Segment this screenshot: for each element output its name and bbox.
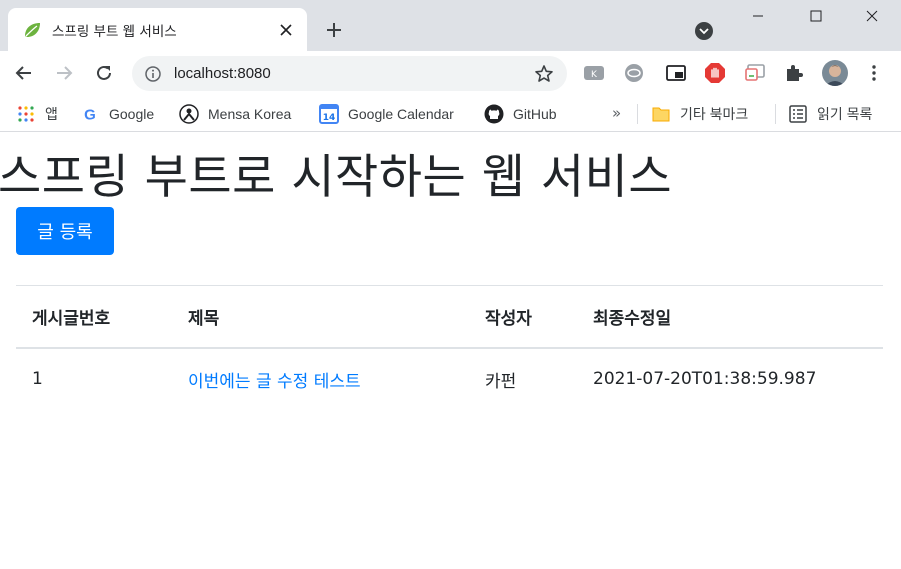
table-header-row: 게시글번호 제목 작성자 최종수정일	[16, 285, 883, 349]
kebab-menu-icon[interactable]	[862, 61, 886, 85]
extension-globe-icon[interactable]	[622, 61, 646, 85]
bookmark-label: GitHub	[513, 106, 557, 122]
apps-grid-icon	[16, 104, 36, 124]
browser-toolbar: localhost:8080 K	[0, 51, 901, 96]
mensa-icon	[179, 104, 199, 124]
profile-avatar[interactable]	[822, 60, 848, 86]
spring-leaf-icon	[22, 20, 42, 40]
reading-list-button[interactable]: 읽기 목록	[788, 102, 872, 126]
bookmark-github[interactable]: GitHub	[484, 102, 557, 126]
register-post-button[interactable]: 글 등록	[16, 207, 114, 255]
post-author: 카펀	[485, 371, 517, 392]
extension-cast-icon[interactable]	[743, 61, 767, 85]
bookmark-label: 읽기 목록	[817, 106, 873, 122]
page-content: 스프링 부트로 시작하는 웹 서비스 글 등록 게시글번호 제목 작성자 최종수…	[0, 132, 901, 569]
reload-icon[interactable]	[89, 58, 119, 88]
bookmark-star-icon[interactable]	[533, 63, 555, 85]
back-arrow-icon[interactable]	[9, 58, 39, 88]
bookmark-google-calendar[interactable]: 14 Google Calendar	[319, 102, 454, 126]
bookmark-label: Google	[109, 106, 155, 122]
bookmark-mensa-korea[interactable]: Mensa Korea	[179, 102, 291, 126]
header-modified-date: 최종수정일	[577, 285, 883, 349]
post-title-cell: 이번에는 글 수정 테스트	[172, 348, 469, 410]
browser-tab[interactable]: 스프링 부트 웹 서비스	[8, 8, 307, 51]
header-post-number: 게시글번호	[16, 285, 172, 349]
tab-strip: 스프링 부트 웹 서비스	[0, 0, 901, 51]
tab-title: 스프링 부트 웹 서비스	[52, 23, 177, 40]
svg-text:G: G	[84, 107, 96, 124]
window-close-icon[interactable]	[849, 0, 895, 32]
bookmark-other-folder[interactable]: 기타 북마크	[651, 102, 748, 126]
post-id: 1	[32, 369, 43, 389]
url-text[interactable]: localhost:8080	[174, 65, 533, 82]
extensions-puzzle-icon[interactable]	[782, 61, 806, 85]
header-title: 제목	[172, 285, 469, 349]
calendar-badge: 14	[323, 113, 336, 123]
folder-icon	[651, 104, 671, 124]
calendar-icon: 14	[319, 104, 339, 124]
bookmarks-divider	[637, 104, 638, 124]
bookmark-google[interactable]: G Google	[80, 102, 154, 126]
close-icon[interactable]	[275, 19, 297, 41]
google-icon: G	[80, 104, 100, 124]
table-row: 1 이번에는 글 수정 테스트 카펀 2021-07-20T01:38:59.9…	[16, 348, 883, 410]
posts-table: 게시글번호 제목 작성자 최종수정일 1 이번에는 글 수정 테스트 카펀 20…	[16, 285, 883, 410]
bookmark-apps[interactable]: 앱	[16, 102, 58, 126]
github-icon	[484, 104, 504, 124]
bookmarks-divider	[775, 104, 776, 124]
forward-arrow-icon[interactable]	[49, 58, 79, 88]
tab-search-icon[interactable]	[693, 20, 715, 42]
picture-in-picture-icon[interactable]	[664, 61, 688, 85]
extension-cat-icon[interactable]: K	[582, 61, 606, 85]
new-tab-plus-icon[interactable]	[322, 18, 346, 42]
bookmark-label: 기타 북마크	[680, 106, 749, 122]
minimize-icon[interactable]	[735, 0, 781, 32]
post-modified-date: 2021-07-20T01:38:59.987	[593, 369, 817, 389]
bookmark-label: Google Calendar	[348, 106, 454, 122]
site-info-icon[interactable]	[144, 65, 162, 83]
header-author: 작성자	[469, 285, 577, 349]
post-title-link[interactable]: 이번에는 글 수정 테스트	[188, 372, 361, 392]
adblock-hand-icon[interactable]	[703, 61, 727, 85]
bookmark-label: Mensa Korea	[208, 106, 292, 122]
page-title: 스프링 부트로 시작하는 웹 서비스	[0, 150, 673, 205]
bookmarks-overflow-chevron[interactable]: »	[612, 104, 621, 122]
bookmarks-bar: 앱 G Google Mensa Korea 14 Google Calenda…	[0, 96, 901, 132]
reading-list-icon	[788, 104, 808, 124]
maximize-icon[interactable]	[793, 0, 839, 32]
bookmark-label: 앱	[45, 106, 58, 122]
address-bar[interactable]: localhost:8080	[132, 56, 567, 91]
